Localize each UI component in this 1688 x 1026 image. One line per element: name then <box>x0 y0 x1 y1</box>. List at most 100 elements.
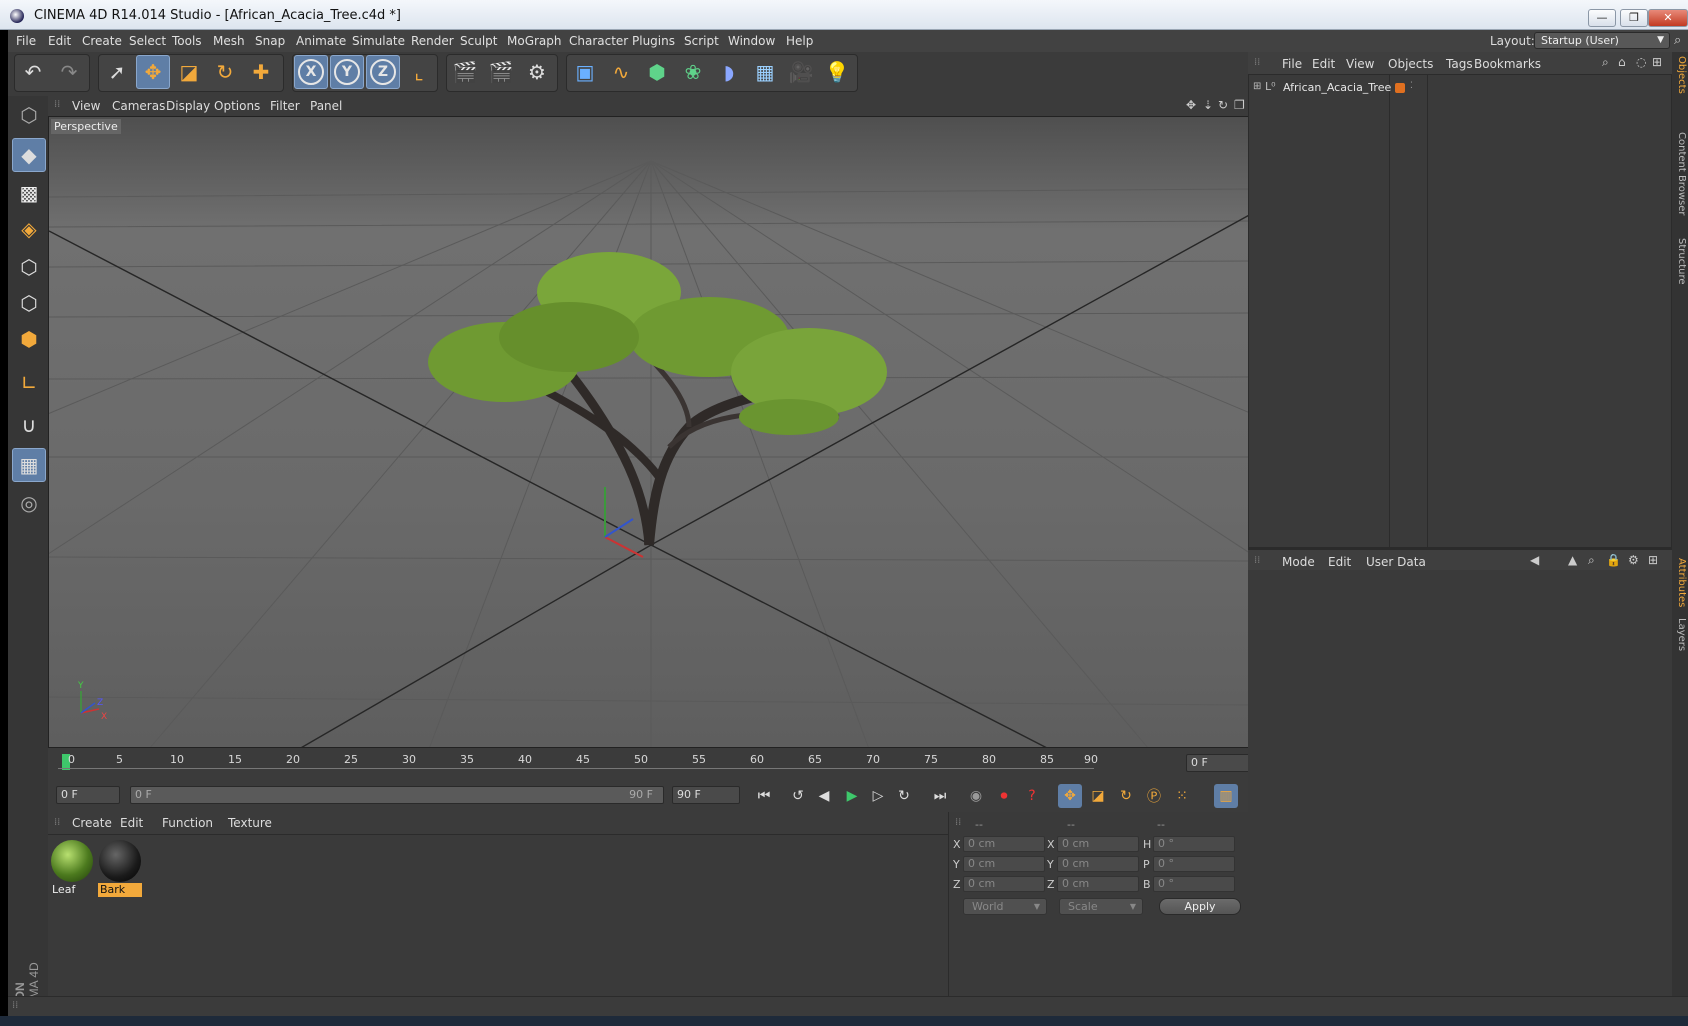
menu-mesh[interactable]: Mesh <box>213 34 245 48</box>
menu-select[interactable]: Select <box>129 34 166 48</box>
rotate-view-icon[interactable]: ↻ <box>1218 98 1228 112</box>
objects-menu-objects[interactable]: Objects <box>1388 57 1433 71</box>
search-icon[interactable]: ⌕ <box>1588 553 1595 568</box>
render-view-icon[interactable]: 🎬 <box>448 55 482 89</box>
layer-tag-icon[interactable] <box>1395 83 1405 93</box>
close-button[interactable]: ✕ <box>1648 9 1688 27</box>
restore-button[interactable]: ❐ <box>1620 9 1648 27</box>
frame-range-slider[interactable]: 0 F 90 F <box>130 786 664 804</box>
cube-icon[interactable]: ▣ <box>568 55 602 89</box>
tab-content-browser[interactable]: Content Browser <box>1673 132 1687 215</box>
visibility-dots-icon[interactable]: ⁚ <box>1410 81 1413 91</box>
record-position-icon[interactable]: ✥ <box>1058 784 1082 808</box>
menu-window[interactable]: Window <box>728 34 775 48</box>
coordinate-system-icon[interactable]: ⌞ <box>402 55 436 89</box>
menu-plugins[interactable]: Plugins <box>632 34 675 48</box>
material-bark[interactable]: Bark <box>98 839 142 897</box>
drag-handle-icon[interactable]: ⁞⁞ <box>54 99 60 110</box>
drag-handle-icon[interactable]: ⁞⁞ <box>54 817 60 828</box>
texture-mode-icon[interactable]: ▩ <box>12 176 46 210</box>
objects-menu-view[interactable]: View <box>1346 57 1374 71</box>
menu-snap[interactable]: Snap <box>255 34 285 48</box>
viewport-menu-cameras[interactable]: Cameras <box>112 99 165 113</box>
x-axis-lock-button[interactable]: X <box>294 55 328 89</box>
pos-x-field[interactable]: 0 cm <box>963 836 1045 852</box>
deformer-icon[interactable]: ◗ <box>712 55 746 89</box>
attributes-menu-edit[interactable]: Edit <box>1328 555 1351 569</box>
menu-help[interactable]: Help <box>786 34 813 48</box>
menu-animate[interactable]: Animate <box>296 34 346 48</box>
tab-layers[interactable]: Layers <box>1673 618 1687 651</box>
menu-file[interactable]: File <box>16 34 36 48</box>
objects-menu-bookmarks[interactable]: Bookmarks <box>1474 57 1541 71</box>
objects-menu-tags[interactable]: Tags <box>1446 57 1473 71</box>
drag-handle-icon[interactable]: ⁞⁞ <box>12 1000 18 1011</box>
nurbs-icon[interactable]: ⬢ <box>640 55 674 89</box>
menu-tools[interactable]: Tools <box>172 34 202 48</box>
light-icon[interactable]: 💡 <box>820 55 854 89</box>
undo-icon[interactable]: ↶ <box>16 55 50 89</box>
menu-render[interactable]: Render <box>411 34 454 48</box>
z-axis-lock-button[interactable]: Z <box>366 55 400 89</box>
object-row-african-acacia-tree[interactable]: ⊞ L⁰ African_Acacia_Tree ⁚ <box>1249 79 1673 97</box>
home-icon[interactable]: ⌂ <box>1618 55 1626 69</box>
material-leaf[interactable]: Leaf <box>50 839 94 897</box>
points-mode-icon[interactable]: ⬡ <box>12 250 46 284</box>
render-picture-viewer-icon[interactable]: 🎬 <box>484 55 518 89</box>
record-keys-icon[interactable]: ◉ <box>964 784 988 808</box>
next-frame-icon[interactable]: ▷ <box>866 784 890 808</box>
workplane-lock-icon[interactable]: ▦ <box>12 448 46 482</box>
material-menu-create[interactable]: Create <box>72 816 112 830</box>
record-rotation-icon[interactable]: ↻ <box>1114 784 1138 808</box>
go-to-end-icon[interactable]: ⏭ <box>928 784 952 808</box>
viewport-menu-options[interactable]: Options <box>214 99 260 113</box>
up-arrow-icon[interactable]: ▲ <box>1568 553 1577 567</box>
camera-icon[interactable]: 🎥 <box>784 55 818 89</box>
pos-z-field[interactable]: 0 cm <box>963 876 1045 892</box>
make-editable-icon[interactable]: ⬡ <box>12 98 46 132</box>
polygons-mode-icon[interactable]: ⬢ <box>12 322 46 356</box>
african-acacia-tree-model[interactable] <box>428 252 887 546</box>
timeline-ruler[interactable]: 0 5 10 15 20 25 30 35 40 45 50 55 60 65 … <box>48 750 1252 778</box>
autokeying-icon[interactable]: ⏺ <box>992 784 1016 808</box>
timeline-window-icon[interactable]: ▥ <box>1214 784 1238 808</box>
model-mode-icon[interactable]: ◆ <box>12 138 46 172</box>
new-panel-icon[interactable]: ⊞ <box>1652 55 1662 69</box>
menu-edit[interactable]: Edit <box>48 34 71 48</box>
search-icon[interactable]: ⌕ <box>1674 33 1681 48</box>
back-arrow-icon[interactable]: ◀ <box>1530 553 1539 567</box>
current-frame-field[interactable]: 0 F <box>1186 754 1250 772</box>
workplane-mode-icon[interactable]: ◈ <box>12 212 46 246</box>
zoom-view-icon[interactable]: ⇣ <box>1203 98 1213 112</box>
menu-sculpt[interactable]: Sculpt <box>460 34 497 48</box>
size-mode-dropdown[interactable]: Scale ▼ <box>1059 898 1143 915</box>
new-panel-icon[interactable]: ⊞ <box>1648 553 1658 567</box>
tab-structure[interactable]: Structure <box>1673 238 1687 285</box>
drag-handle-icon[interactable]: ⁞⁞ <box>1254 57 1260 68</box>
array-icon[interactable]: ❀ <box>676 55 710 89</box>
rotate-icon[interactable]: ↻ <box>208 55 242 89</box>
material-menu-edit[interactable]: Edit <box>120 816 143 830</box>
attributes-menu-mode[interactable]: Mode <box>1282 555 1315 569</box>
perspective-viewport[interactable]: Y Z X Perspective <box>48 116 1252 748</box>
play-icon[interactable]: ▶ <box>840 784 864 808</box>
size-z-field[interactable]: 0 cm <box>1057 876 1139 892</box>
menu-mograph[interactable]: MoGraph <box>507 34 562 48</box>
move-icon[interactable]: ✥ <box>136 55 170 89</box>
menu-create[interactable]: Create <box>82 34 122 48</box>
menu-script[interactable]: Script <box>684 34 719 48</box>
spline-icon[interactable]: ∿ <box>604 55 638 89</box>
size-x-field[interactable]: 0 cm <box>1057 836 1139 852</box>
minimize-button[interactable]: — <box>1588 9 1616 27</box>
settings-icon[interactable]: ⚙ <box>1628 553 1639 567</box>
magnet-snap-icon[interactable]: ∪ <box>12 408 46 442</box>
y-axis-lock-button[interactable]: Y <box>330 55 364 89</box>
layout-dropdown[interactable]: Startup (User) ▼ <box>1534 32 1670 49</box>
material-menu-function[interactable]: Function <box>162 816 213 830</box>
apply-button[interactable]: Apply <box>1159 898 1241 915</box>
expand-icon[interactable]: ⊞ <box>1253 81 1261 92</box>
edges-mode-icon[interactable]: ⬡ <box>12 286 46 320</box>
lock-icon[interactable]: 🔒 <box>1606 553 1621 567</box>
next-key-icon[interactable]: ↻ <box>892 784 916 808</box>
search-icon[interactable]: ⌕ <box>1602 55 1609 70</box>
